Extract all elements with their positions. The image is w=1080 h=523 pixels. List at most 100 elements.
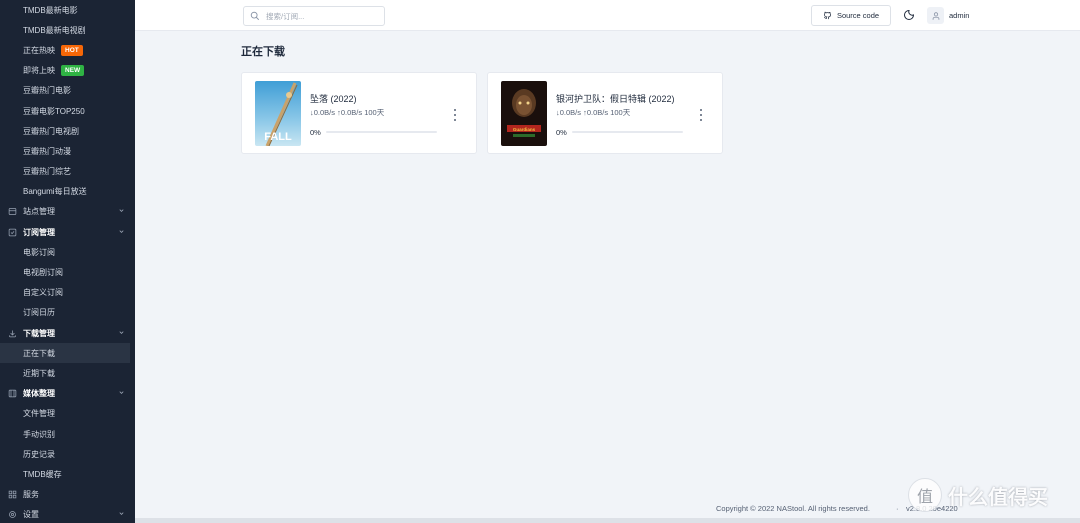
download-card: FALL 坠落 (2022) ↓0.0B/s ↑0.0B/s 100天 0% <box>241 72 477 154</box>
sidebar-item-label: 豆瓣电影TOP250 <box>23 106 85 116</box>
download-icon <box>8 329 17 338</box>
moon-icon[interactable] <box>903 9 915 21</box>
chevron-down-icon <box>118 510 125 519</box>
sidebar-item-label: TMDB最新电视剧 <box>23 25 86 35</box>
sidebar-item[interactable]: 正在热映 HOT <box>0 40 135 60</box>
watermark-logo: 值 <box>908 478 942 512</box>
download-speed: ↓0.0B/s ↑0.0B/s 100天 <box>310 108 385 117</box>
sidebar-item-label: 豆瓣热门动漫 <box>23 146 71 156</box>
sidebar-item[interactable]: 订阅日历 <box>0 303 135 323</box>
sidebar-item-label: 即将上映 <box>23 66 55 76</box>
source-code-button[interactable]: Source code <box>811 5 891 26</box>
avatar <box>927 7 944 24</box>
sidebar: TMDB最新电影 TMDB最新电视剧 正在热映 HOT 即将上映 NEW 豆瓣热门电影豆瓣电… <box>0 0 135 523</box>
sidebar-item-label: 豆瓣热门电视剧 <box>23 126 79 136</box>
media-icon <box>8 389 17 398</box>
poster-image[interactable]: Guardians <box>501 81 547 146</box>
sidebar-group[interactable]: 媒体整理 <box>0 384 135 404</box>
sidebar-item[interactable]: 豆瓣电影TOP250 <box>0 101 135 121</box>
sidebar-item-label: 服务 <box>23 490 39 500</box>
sidebar-item[interactable]: 近期下载 <box>0 363 135 383</box>
poster-title-text: FALL <box>264 131 292 143</box>
sidebar-item-label: 历史记录 <box>23 449 55 459</box>
download-title: 银河护卫队：假日特辑 (2022) <box>556 94 675 104</box>
sidebar-group[interactable]: 设置 <box>0 505 135 523</box>
sidebar-item[interactable]: 即将上映 NEW <box>0 61 135 81</box>
sidebar-item[interactable]: 豆瓣热门综艺 <box>0 162 135 182</box>
watermark-text: 什么值得买 <box>948 486 1048 509</box>
sidebar-item[interactable]: 电影订阅 <box>0 242 135 262</box>
sidebar-item-label: 站点管理 <box>23 207 55 217</box>
sidebar-item[interactable]: TMDB最新电视剧 <box>0 20 135 40</box>
sidebar-group[interactable]: 服务 <box>0 485 135 505</box>
sidebar-group[interactable]: 下载管理 <box>0 323 135 343</box>
search-input[interactable] <box>266 11 376 21</box>
page-title: 正在下载 <box>241 46 285 58</box>
download-card: Guardians 银河护卫队：假日特辑 (2022) ↓0.0B/s ↑0.0… <box>487 72 723 154</box>
sidebar-item-label: 下载管理 <box>23 328 55 338</box>
github-icon <box>823 11 831 20</box>
site-icon <box>8 207 17 216</box>
sidebar-item-label: 自定义订阅 <box>23 288 63 298</box>
progress-bar <box>572 131 683 133</box>
sidebar-item-label: Bangumi每日放送 <box>23 187 87 197</box>
top-header: Source code admin <box>135 0 1080 31</box>
chevron-down-icon <box>118 389 125 398</box>
chevron-down-icon <box>118 228 125 237</box>
sidebar-item[interactable]: TMDB缓存 <box>0 464 135 484</box>
status-badge: HOT <box>61 44 83 56</box>
settings-icon <box>8 510 17 519</box>
chevron-down-icon <box>118 329 125 338</box>
sidebar-item-label: 正在热映 <box>23 45 55 55</box>
footer-copyright: Copyright © 2022 NAStool. All rights res… <box>716 504 870 513</box>
sidebar-item[interactable]: TMDB最新电影 <box>0 0 135 20</box>
more-options-icon[interactable] <box>452 109 458 121</box>
sidebar-item[interactable]: 自定义订阅 <box>0 283 135 303</box>
download-speed: ↓0.0B/s ↑0.0B/s 100天 <box>556 108 631 117</box>
sidebar-item[interactable]: 文件管理 <box>0 404 135 424</box>
poster-title-text: Guardians <box>513 127 536 132</box>
download-title: 坠落 (2022) <box>310 94 357 104</box>
sidebar-item-label: TMDB最新电影 <box>23 5 78 15</box>
sidebar-item[interactable]: Bangumi每日放送 <box>0 182 135 202</box>
download-progress-label: 0% <box>310 128 321 137</box>
search-box[interactable] <box>243 6 385 26</box>
more-options-icon[interactable] <box>698 109 704 121</box>
sidebar-item-label: 订阅管理 <box>23 227 55 237</box>
sidebar-item-label: 近期下载 <box>23 368 55 378</box>
sidebar-item-label: 文件管理 <box>23 409 55 419</box>
sidebar-item-label: 豆瓣热门综艺 <box>23 167 71 177</box>
sidebar-item-label: 手动识别 <box>23 429 55 439</box>
username: admin <box>949 11 970 20</box>
service-icon <box>8 490 17 499</box>
sidebar-item-label: 设置 <box>23 510 39 520</box>
sidebar-group[interactable]: 订阅管理 <box>0 222 135 242</box>
footer-separator: · <box>896 504 899 513</box>
sidebar-item[interactable]: 历史记录 <box>0 444 135 464</box>
watermark: 值 什么值得买 <box>908 478 1048 512</box>
status-badge: NEW <box>61 65 85 77</box>
subscribe-icon <box>8 228 17 237</box>
sidebar-item-label: 媒体整理 <box>23 389 55 399</box>
sidebar-item[interactable]: 豆瓣热门动漫 <box>0 141 135 161</box>
poster-image[interactable]: FALL <box>255 81 301 146</box>
sidebar-group[interactable]: 站点管理 <box>0 202 135 222</box>
user-menu[interactable]: admin <box>927 7 969 24</box>
sidebar-item-label: TMDB缓存 <box>23 469 62 479</box>
source-code-label: Source code <box>836 11 880 20</box>
sidebar-item-label: 电影订阅 <box>23 247 55 257</box>
sidebar-item[interactable]: 豆瓣热门电影 <box>0 81 135 101</box>
sidebar-item[interactable]: 正在下载 <box>0 343 130 364</box>
horizontal-scrollbar[interactable] <box>135 518 1080 523</box>
user-icon <box>932 11 939 20</box>
progress-bar <box>326 131 437 133</box>
search-icon <box>250 11 260 21</box>
sidebar-item[interactable]: 电视剧订阅 <box>0 262 135 282</box>
sidebar-item[interactable]: 手动识别 <box>0 424 135 444</box>
sidebar-item-label: 电视剧订阅 <box>23 268 63 278</box>
chevron-down-icon <box>118 207 125 216</box>
sidebar-item-label: 正在下载 <box>23 348 55 358</box>
download-progress-label: 0% <box>556 128 567 137</box>
sidebar-item[interactable]: 豆瓣热门电视剧 <box>0 121 135 141</box>
sidebar-item-label: 订阅日历 <box>23 308 55 318</box>
